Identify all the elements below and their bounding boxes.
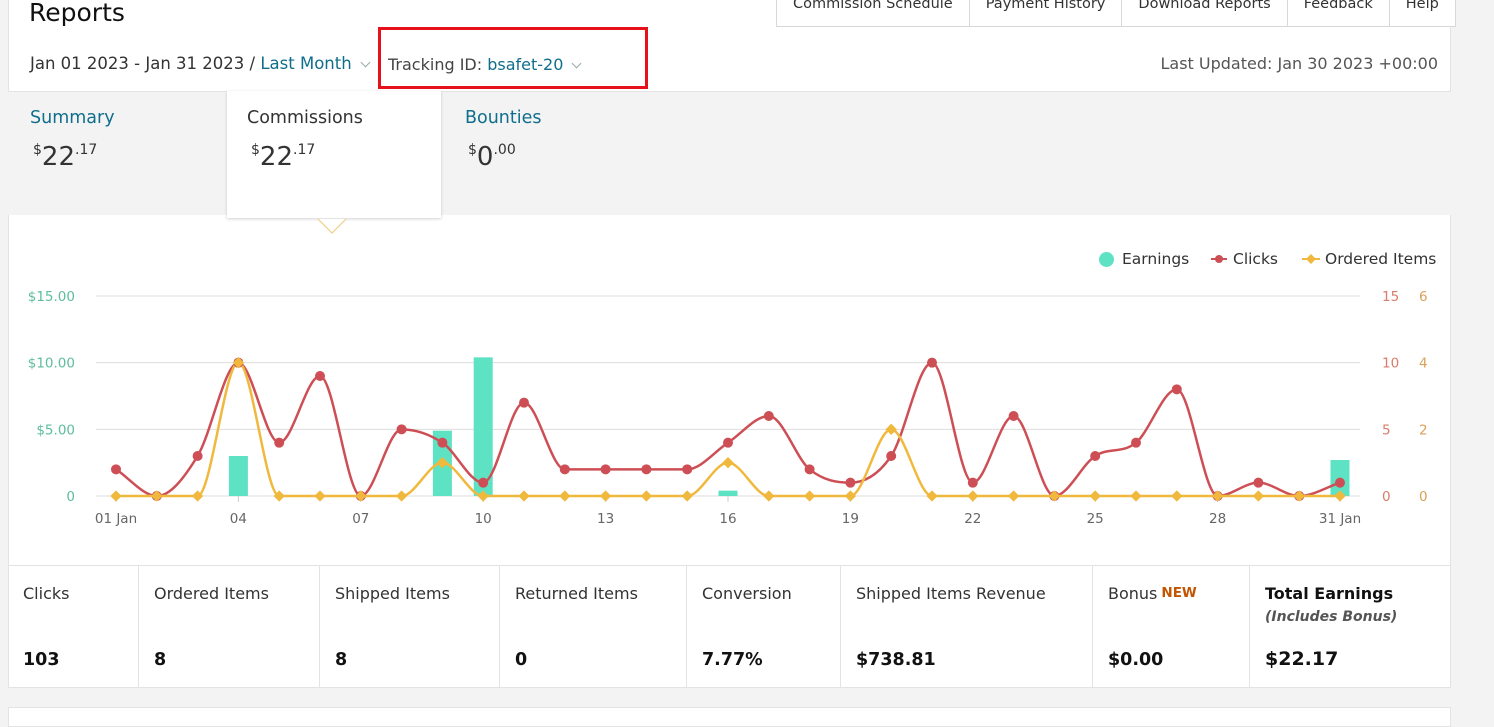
ordered-items-point bbox=[1130, 490, 1142, 502]
clicks-point bbox=[763, 411, 774, 421]
clicks-point bbox=[1090, 451, 1101, 461]
ordered-items-point bbox=[559, 490, 571, 502]
y-left-tick-label: $15.00 bbox=[28, 289, 75, 305]
y-left-tick-label: 0 bbox=[66, 489, 75, 505]
y-left-tick-label: $5.00 bbox=[36, 422, 75, 438]
stat-ordered-items: Ordered Items 8 bbox=[139, 566, 320, 688]
earnings-bar bbox=[228, 456, 248, 496]
y-right1-tick-label: 0 bbox=[1382, 489, 1391, 505]
next-section-card bbox=[8, 707, 1451, 727]
y-right2-tick-label: 2 bbox=[1419, 422, 1428, 438]
x-tick-label: 22 bbox=[964, 511, 981, 527]
ordered-items-point bbox=[844, 490, 857, 502]
clicks-point bbox=[641, 464, 652, 475]
clicks-point bbox=[559, 464, 570, 475]
earnings-bar bbox=[718, 490, 738, 496]
clicks-point bbox=[682, 464, 693, 475]
x-tick-label: 13 bbox=[597, 511, 614, 527]
clicks-point bbox=[437, 437, 448, 448]
clicks-point bbox=[723, 437, 733, 448]
ordered-items-point bbox=[314, 490, 326, 502]
ordered-items-point bbox=[1171, 490, 1183, 502]
ordered-items-point bbox=[110, 490, 122, 502]
x-tick-label: 07 bbox=[352, 511, 369, 527]
ordered-items-point bbox=[395, 490, 408, 502]
y-right1-tick-label: 10 bbox=[1382, 356, 1399, 372]
clicks-point bbox=[519, 397, 529, 408]
ordered-items-point bbox=[640, 490, 653, 502]
stats-bar: Clicks 103 Ordered Items 8 Shipped Items 8 … bbox=[8, 565, 1451, 689]
ordered-items-point bbox=[518, 490, 530, 502]
ordered-items-point bbox=[599, 490, 612, 502]
clicks-point bbox=[478, 477, 489, 488]
clicks-point bbox=[1008, 411, 1019, 421]
stat-shipped-revenue: Shipped Items Revenue $738.81 bbox=[841, 566, 1093, 688]
x-tick-label: 25 bbox=[1087, 511, 1104, 527]
x-tick-label: 31 Jan bbox=[1319, 511, 1361, 527]
ordered-items-point bbox=[681, 490, 693, 502]
clicks-point bbox=[396, 424, 407, 435]
x-tick-label: 01 Jan bbox=[95, 511, 137, 527]
x-tick-label: 10 bbox=[475, 511, 492, 527]
stat-shipped-items: Shipped Items 8 bbox=[320, 566, 500, 688]
ordered-items-point bbox=[926, 490, 938, 502]
stat-conversion: Conversion 7.77% bbox=[687, 566, 841, 688]
stat-bonus: Bonus NEW $0.00 bbox=[1093, 566, 1250, 688]
y-right2-tick-label: 4 bbox=[1419, 356, 1428, 372]
stat-returned-items: Returned Items 0 bbox=[500, 566, 687, 688]
x-tick-label: 19 bbox=[842, 511, 859, 527]
new-badge: NEW bbox=[1161, 585, 1197, 601]
clicks-point bbox=[1253, 477, 1264, 488]
x-tick-label: 16 bbox=[719, 511, 736, 527]
ordered-items-point bbox=[1293, 490, 1305, 502]
clicks-point bbox=[927, 357, 937, 368]
y-right1-tick-label: 15 bbox=[1382, 289, 1399, 305]
clicks-point bbox=[1131, 437, 1141, 448]
ordered-items-point bbox=[885, 423, 897, 435]
ordered-items-point bbox=[967, 490, 979, 502]
y-right2-tick-label: 6 bbox=[1419, 289, 1428, 305]
ordered-items-point bbox=[763, 490, 775, 502]
y-right2-tick-label: 0 bbox=[1419, 489, 1428, 505]
clicks-point bbox=[111, 464, 121, 475]
clicks-point bbox=[315, 371, 325, 381]
ordered-items-point bbox=[1089, 490, 1101, 502]
clicks-point bbox=[1335, 477, 1345, 488]
ordered-items-point bbox=[1007, 490, 1020, 502]
clicks-point bbox=[886, 451, 897, 461]
clicks-point bbox=[600, 464, 611, 475]
ordered-items-point bbox=[722, 457, 734, 469]
ordered-items-point bbox=[1252, 490, 1265, 502]
stat-clicks: Clicks 103 bbox=[8, 566, 139, 688]
y-left-tick-label: $10.00 bbox=[28, 356, 75, 372]
ordered-items-point bbox=[803, 490, 816, 502]
clicks-point bbox=[1171, 384, 1182, 395]
clicks-point bbox=[192, 451, 203, 461]
ordered-items-point bbox=[151, 490, 163, 502]
x-tick-label: 28 bbox=[1209, 511, 1226, 527]
stat-total-earnings: Total Earnings (Includes Bonus) $22.17 bbox=[1265, 584, 1398, 670]
clicks-point bbox=[967, 477, 978, 488]
clicks-point bbox=[274, 437, 285, 448]
earnings-chart: 0 0 0 $5.00 5 2 $10.00 10 4 $15.00 15 6 01 Jan 04 07 10… bbox=[28, 289, 1428, 527]
x-tick-label: 04 bbox=[230, 511, 247, 527]
y-right1-tick-label: 5 bbox=[1382, 422, 1391, 438]
clicks-point bbox=[804, 464, 815, 475]
clicks-point bbox=[845, 477, 856, 488]
